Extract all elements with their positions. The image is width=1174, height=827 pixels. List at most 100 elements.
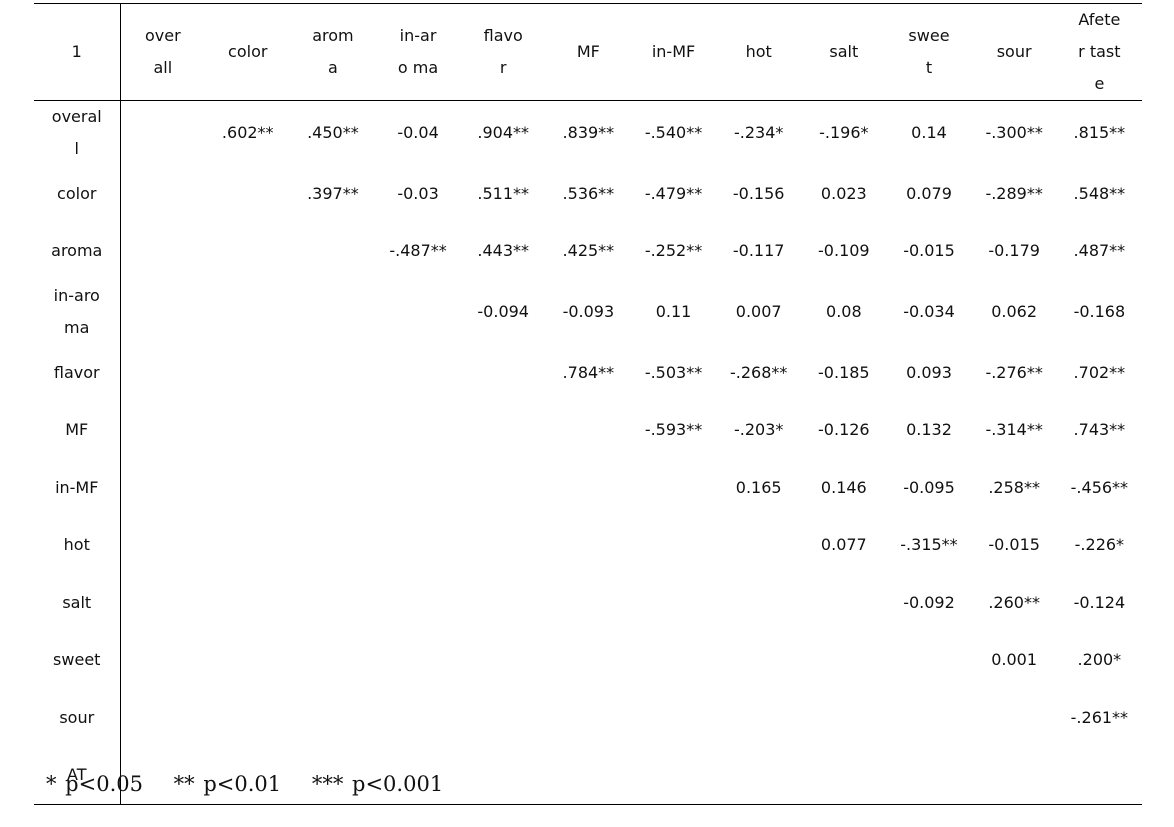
table-row: color .397** -0.03 .511** .536** -.479** -0.15… (34, 165, 1142, 223)
footnote-p01: ** p<0.01 (173, 772, 282, 796)
table-cell (375, 459, 460, 517)
table-cell (716, 517, 801, 575)
table-cell (972, 689, 1057, 747)
table-cell (375, 517, 460, 575)
row-header: color (34, 165, 121, 223)
table-cell: .450** (307, 123, 359, 142)
table-cell: .743** (1073, 420, 1126, 440)
table-cell: -0.168 (1073, 302, 1126, 321)
table-cell: -0.03 (397, 183, 439, 203)
table-cell: -.252** (644, 241, 703, 261)
table-row: in-MF 0.165 0.146 -0.095 .258** -.456** (34, 459, 1142, 517)
table-cell: -.315** (900, 535, 958, 555)
table-cell (290, 632, 375, 690)
table-cell (205, 344, 290, 402)
table-cell (290, 223, 375, 281)
table-cell: .487** (1073, 241, 1126, 261)
table-cell (205, 517, 290, 575)
table-cell: -.226* (1074, 535, 1125, 555)
table-cell: -.593** (644, 420, 703, 440)
table-row: in-aro ma -0.094 -0.093 0.11 0.007 0.08 -0.034… (34, 280, 1142, 344)
table-cell (120, 689, 205, 747)
table-cell (886, 632, 971, 690)
table-cell: -0.185 (818, 362, 870, 382)
table-cell: .258** (988, 477, 1040, 497)
column-header: hot (716, 3, 802, 101)
row-header: sour (34, 689, 121, 747)
footnote-p001: *** p<0.001 (311, 772, 444, 796)
table-cell: -.456** (1070, 477, 1129, 497)
column-header: in-aro ma (375, 3, 461, 101)
table-cell (460, 746, 546, 805)
table-cell (545, 746, 631, 805)
table-cell (290, 280, 375, 344)
table-cell (205, 280, 290, 344)
table-cell: -0.117 (732, 241, 785, 261)
row-header: MF (34, 401, 121, 459)
table-cell (546, 574, 631, 632)
table-cell (205, 402, 290, 460)
table-cell (461, 574, 546, 632)
table-cell (120, 101, 205, 166)
table-cell: .397** (307, 183, 359, 203)
table-row: hot 0.077 -.315** -0.015 -.226* (34, 516, 1142, 575)
column-header: sour (971, 3, 1057, 101)
table-cell: 0.062 (991, 302, 1038, 321)
table-cell (801, 689, 886, 747)
table-row: sweet 0.001 .200* (34, 631, 1142, 690)
table-cell: .839** (562, 123, 615, 142)
table-cell (120, 402, 205, 460)
table-cell (375, 632, 460, 690)
table-cell (290, 459, 375, 517)
table-cell: .536** (562, 183, 615, 203)
table-cell (886, 746, 972, 805)
table-cell (205, 574, 290, 632)
column-header: aroma (290, 3, 376, 101)
table-cell: 0.08 (826, 302, 862, 321)
table-cell (461, 344, 546, 402)
table-cell: .443** (477, 241, 530, 261)
table-cell (886, 689, 971, 747)
table-cell (120, 344, 205, 402)
column-header: flavor (460, 3, 546, 101)
table-cell: -0.094 (477, 302, 529, 321)
table-cell: -0.093 (562, 302, 615, 321)
table-cell: .904** (477, 123, 530, 142)
table-cell (290, 402, 375, 460)
table-cell: -0.04 (397, 123, 439, 142)
table-row: overall .602** .450** -0.04 .904** .839** -.54… (34, 100, 1142, 166)
table-cell (716, 574, 801, 632)
header-row: 1 overall color aroma in-aro ma flavor MF in-M… (34, 3, 1142, 101)
table-cell: -0.095 (903, 477, 955, 497)
table-cell: -.479** (644, 183, 703, 203)
table-cell: -0.034 (903, 302, 955, 321)
table-row: flavor .784** -.503** -.268** -0.185 0.093 -.2… (34, 344, 1142, 402)
row-header: in-MF (34, 459, 121, 517)
table-cell (461, 517, 546, 575)
table-cell (630, 746, 717, 805)
column-header: Afeter taste (1056, 3, 1142, 101)
table-cell: 0.11 (655, 302, 692, 321)
table-cell (375, 402, 460, 460)
table-cell (461, 689, 546, 747)
table-cell (205, 223, 290, 281)
table-cell (461, 632, 546, 690)
table-cell: .548** (1073, 183, 1126, 203)
table-cell: 0.007 (735, 302, 782, 321)
table-cell (205, 632, 290, 690)
table-row: aroma -.487** .443** .425** -.252** -0.117 -0.… (34, 222, 1142, 281)
table-cell (205, 165, 290, 223)
table-cell: -0.126 (818, 420, 870, 440)
table-cell (546, 689, 631, 747)
footnote-p05: * p<0.05 (46, 772, 143, 796)
table-cell (631, 632, 716, 690)
table-cell: .784** (562, 362, 615, 382)
row-header: flavor (34, 344, 121, 402)
table-cell: .200* (1077, 650, 1122, 670)
table-cell: -.234* (733, 123, 784, 142)
table-cell: .260** (988, 592, 1040, 612)
table-cell: 0.132 (906, 420, 952, 440)
table-cell (546, 402, 631, 460)
column-header: MF (545, 3, 631, 101)
table-cell (290, 517, 375, 575)
